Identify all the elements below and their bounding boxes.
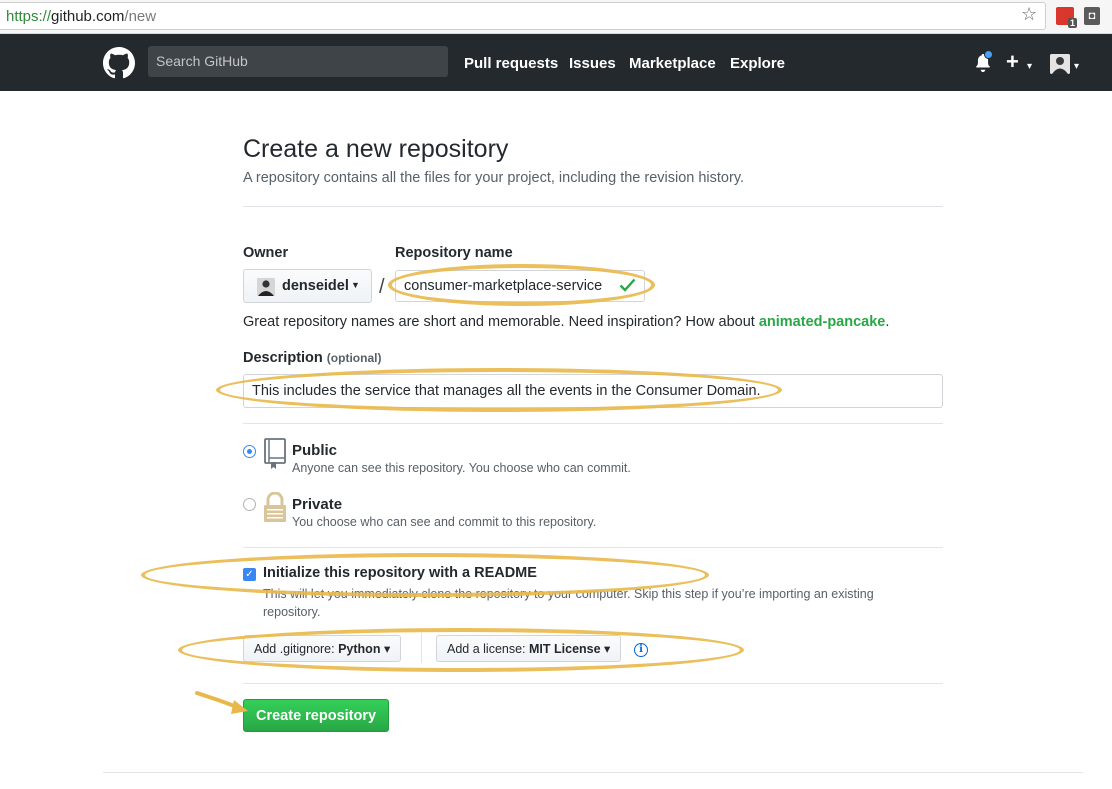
valid-check-icon [619,278,636,292]
repository-name-input[interactable]: consumer-marketplace-service [395,270,645,302]
repo-name-label: Repository name [395,245,513,261]
owner-select[interactable]: denseidel ▼ [243,269,372,303]
user-dropdown-caret-icon[interactable]: ▾ [1074,61,1079,72]
select-separator [421,633,422,663]
divider [243,683,943,684]
gitignore-prefix: Add .gitignore: [254,642,335,656]
page-title: Create a new repository [243,135,509,163]
url-scheme: https:// [6,8,52,25]
divider [243,423,943,424]
url-text: https://github.com/new [6,8,156,25]
private-note: You choose who can see and commit to thi… [292,515,597,529]
footer-divider [103,772,1083,773]
name-suggestion-link[interactable]: animated-pancake [759,314,886,330]
description-label-text: Description [243,350,323,366]
owner-repo-separator: / [379,276,385,298]
calendar-extension-icon[interactable]: 1 [1056,7,1077,28]
nav-explore[interactable]: Explore [730,55,785,72]
owner-caret-icon: ▼ [351,280,360,290]
public-radio[interactable] [243,445,256,458]
description-input[interactable]: This includes the service that manages a… [243,374,943,408]
nav-pull-requests[interactable]: Pull requests [464,55,558,72]
owner-name: denseidel [282,278,349,294]
readme-checkbox[interactable]: ✓ [243,568,256,581]
browser-toolbar: https://github.com/new ☆ 1 ◘ [0,0,1112,34]
extension-badge: 1 [1067,18,1077,28]
divider [243,206,943,207]
license-prefix: Add a license: [447,642,526,656]
address-bar[interactable]: https://github.com/new [0,2,1046,30]
repo-book-icon [264,438,286,469]
private-title: Private [292,496,343,513]
nav-marketplace[interactable]: Marketplace [629,55,716,72]
url-host: github.com [51,8,125,25]
name-hint: Great repository names are short and mem… [243,314,889,330]
lock-icon [264,492,286,522]
create-repository-button[interactable]: Create repository [243,699,389,732]
highlight-arrow-icon [195,691,248,714]
notification-indicator [984,50,993,59]
github-header: Search GitHub Pull requests Issues Marke… [0,34,1112,91]
info-icon[interactable]: i [634,643,648,657]
hint-end: . [885,314,890,330]
license-select[interactable]: Add a license: MIT License ▾ [436,635,622,662]
github-logo-icon[interactable] [103,47,135,79]
url-path: /new [124,8,157,25]
create-new-plus-icon[interactable]: + [1006,49,1019,75]
license-value: MIT License [529,642,601,656]
divider [243,547,943,548]
public-note: Anyone can see this repository. You choo… [292,461,631,475]
owner-label: Owner [243,245,289,261]
page-subtitle: A repository contains all the files for … [243,170,745,186]
private-radio[interactable] [243,498,256,511]
optional-tag: (optional) [326,351,382,365]
owner-avatar [257,278,275,296]
search-input[interactable]: Search GitHub [148,46,448,77]
nav-issues[interactable]: Issues [569,55,616,72]
user-avatar[interactable] [1050,54,1070,74]
description-label: Description (optional) [243,350,381,366]
create-dropdown-caret-icon[interactable]: ▾ [1027,61,1032,72]
bookmark-star-icon[interactable]: ☆ [1021,4,1037,25]
gitignore-value: Python [338,642,381,656]
public-title: Public [292,442,338,459]
license-caret-icon: ▾ [604,642,611,656]
gitignore-select[interactable]: Add .gitignore: Python ▾ [243,635,402,662]
readme-label[interactable]: Initialize this repository with a README [263,565,537,581]
extension-icon[interactable]: ◘ [1084,7,1100,25]
gitignore-caret-icon: ▾ [383,642,391,656]
readme-note: This will let you immediately clone the … [263,587,874,619]
hint-text: Great repository names are short and mem… [243,314,759,330]
